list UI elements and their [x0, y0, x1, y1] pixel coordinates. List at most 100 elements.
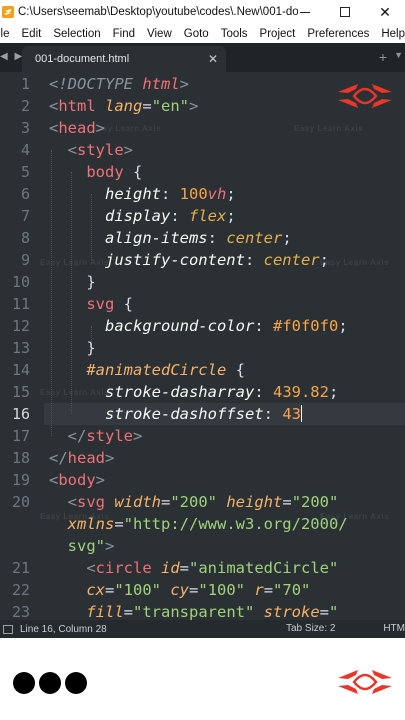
code-token: > — [133, 427, 143, 445]
line-number: 1 — [20, 75, 30, 93]
code-token: vh — [207, 185, 227, 203]
code-line[interactable]: <!DOCTYPE html> — [49, 73, 189, 95]
code-line[interactable]: background-color: #f0f0f0; — [49, 315, 348, 337]
code-line[interactable]: </head> — [49, 447, 114, 469]
tab-001-document[interactable]: 001-document.html ✕ — [22, 46, 226, 72]
code-token: display — [49, 207, 171, 225]
code-token: < — [49, 471, 59, 489]
line-number: 2 — [20, 97, 30, 115]
code-line[interactable]: display: flex; — [49, 205, 236, 227]
line-number: 17 — [11, 427, 30, 445]
code-line[interactable]: </style> — [49, 425, 143, 447]
code-token: r — [254, 581, 264, 599]
menu-preferences[interactable]: Preferences — [301, 28, 375, 40]
code-line[interactable]: fill="transparent" stroke=" — [49, 601, 338, 620]
menu-tools[interactable]: Tools — [215, 28, 254, 40]
code-line[interactable]: body { — [49, 161, 142, 183]
code-line[interactable]: <head> — [49, 117, 105, 139]
menu-project[interactable]: Project — [254, 28, 302, 40]
code-token: body — [49, 163, 133, 181]
code-token: "200" — [170, 493, 227, 511]
code-token: } — [49, 273, 96, 291]
minimize-button[interactable] — [285, 0, 325, 24]
code-token: > — [105, 537, 115, 555]
code-editor[interactable]: Easy Learn Axis Easy Learn Axis Easy Lea… — [0, 72, 405, 620]
tab-close-icon[interactable]: ✕ — [208, 52, 218, 66]
code-token: stroke-dasharray — [49, 383, 255, 401]
code-token: cy — [170, 581, 190, 599]
code-token: lang — [105, 97, 143, 115]
code-line[interactable]: } — [49, 337, 95, 359]
code-token: "transparent" — [133, 603, 264, 620]
code-line[interactable]: <circle id="animatedCircle" — [49, 557, 338, 579]
code-token: "100" — [198, 581, 255, 599]
code-token: " — [329, 603, 339, 620]
code-token: align-items — [49, 229, 208, 247]
code-token: : — [160, 185, 180, 203]
new-tab-icon[interactable]: + — [379, 49, 387, 65]
code-token: svg — [77, 493, 115, 511]
menu-selection[interactable]: Selection — [47, 28, 106, 40]
menu-bar: ile Edit Selection Find View Goto Tools … — [0, 24, 405, 43]
menu-goto[interactable]: Goto — [178, 28, 215, 40]
line-number: 15 — [11, 383, 30, 401]
line-number: 21 — [11, 559, 30, 577]
tab-list-icon[interactable]: ▼ — [394, 50, 403, 60]
code-line[interactable]: <html lang="en"> — [49, 95, 198, 117]
code-line[interactable]: svg { — [49, 293, 133, 315]
syntax-indicator[interactable]: HTM — [383, 623, 405, 634]
code-token: : — [254, 383, 273, 401]
code-token: = — [263, 581, 274, 599]
code-token: > — [189, 97, 199, 115]
code-line[interactable]: svg"> — [49, 535, 115, 557]
line-number: 12 — [11, 317, 30, 335]
code-token: body — [58, 471, 96, 489]
code-token: fill — [49, 603, 124, 620]
menu-help[interactable]: Help — [375, 28, 405, 40]
code-token: background-color — [49, 317, 255, 335]
code-token: height — [49, 185, 161, 203]
code-line[interactable]: stroke-dashoffset: 43 — [49, 403, 303, 425]
code-line[interactable]: xmlns="http://www.w3.org/2000/ — [49, 513, 348, 535]
text-cursor — [300, 405, 303, 422]
code-token: "70" — [273, 581, 311, 599]
code-token: ; — [226, 207, 236, 225]
code-line[interactable]: height: 100vh; — [49, 183, 236, 205]
line-number: 14 — [11, 361, 30, 379]
footer-area — [0, 638, 405, 720]
code-token: : — [254, 317, 273, 335]
code-token: 439.82 — [272, 383, 329, 401]
code-token: < — [49, 493, 77, 511]
tab-nav-arrows-icon[interactable]: ◀ ▶ — [0, 51, 24, 62]
menu-file[interactable]: ile — [0, 28, 16, 40]
code-line[interactable]: <svg width="200" height="200" — [49, 491, 339, 513]
panel-toggle-icon[interactable] — [3, 624, 13, 634]
menu-edit[interactable]: Edit — [16, 28, 48, 40]
close-icon: ✕ — [379, 3, 391, 20]
code-line[interactable]: align-items: center; — [49, 227, 292, 249]
code-token: "animatedCircle" — [189, 559, 339, 577]
code-line[interactable]: cx="100" cy="100" r="70" — [49, 579, 310, 601]
minimize-icon — [300, 11, 310, 13]
code-token: "200" — [291, 493, 339, 511]
code-token: "en" — [151, 97, 190, 115]
code-line[interactable]: <style> — [49, 139, 133, 161]
maximize-button[interactable] — [325, 0, 365, 24]
code-token: < — [49, 559, 96, 577]
code-line[interactable]: <body> — [49, 469, 105, 491]
menu-view[interactable]: View — [141, 28, 178, 40]
code-token: 100 — [179, 185, 208, 203]
code-line[interactable]: #animatedCircle { — [49, 359, 245, 381]
code-token: { — [133, 163, 143, 181]
code-line[interactable]: } — [49, 271, 96, 293]
code-token: { — [235, 361, 245, 379]
code-line[interactable]: stroke-dasharray: 439.82; — [49, 381, 338, 403]
close-window-button[interactable]: ✕ — [365, 0, 405, 24]
tab-size-indicator[interactable]: Tab Size: 2 — [286, 623, 335, 634]
line-number: 22 — [11, 581, 30, 599]
menu-find[interactable]: Find — [107, 28, 141, 40]
code-token: = — [161, 493, 171, 511]
code-token: circle — [95, 559, 161, 577]
code-line[interactable]: justify-content: center; — [49, 249, 329, 271]
line-number: 18 — [11, 449, 30, 467]
